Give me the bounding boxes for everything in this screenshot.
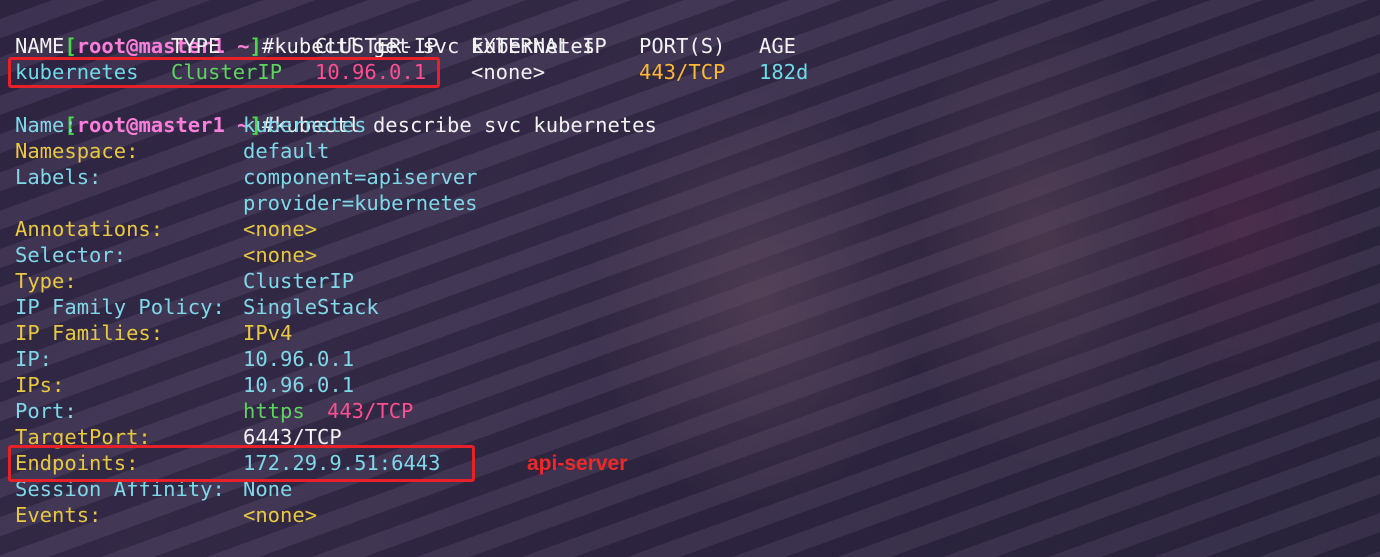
field-type: Type: ClusterIP (15, 268, 1015, 294)
annotation-api-server: api-server (527, 452, 628, 475)
field-ips: IPs: 10.96.0.1 (15, 372, 1015, 398)
field-value: provider=kubernetes (243, 191, 478, 215)
field-key: Port: (15, 399, 77, 423)
field-value: ClusterIP (243, 269, 355, 293)
field-key: Events: (15, 503, 102, 527)
terminal-line-describe-command: [root@master1 ~]#kubectl describe svc ku… (15, 86, 656, 137)
field-ip-family-policy: IP Family Policy: SingleStack (15, 294, 1015, 320)
field-ip-families: IP Families: IPv4 (15, 320, 1015, 346)
field-value-port: 443/TCP (327, 399, 414, 423)
header-external-ip: EXTERNAL-IP (471, 34, 607, 58)
field-key: Labels: (15, 165, 102, 189)
header-name: NAME (15, 34, 65, 58)
field-namespace: Namespace: default (15, 138, 1015, 164)
field-key: Selector: (15, 243, 127, 267)
row-ports: 443/TCP (639, 60, 726, 84)
field-key: IP Family Policy: (15, 295, 225, 319)
header-type: TYPE (171, 34, 221, 58)
field-name: Name: kubernetes (15, 112, 1015, 138)
field-value: default (243, 139, 330, 163)
field-value: kubernetes (243, 113, 367, 137)
field-value: 10.96.0.1 (243, 373, 355, 397)
field-labels: Labels: component=apiserver (15, 164, 1015, 190)
field-value: component=apiserver (243, 165, 478, 189)
header-age: AGE (759, 34, 797, 58)
field-value-name: https (243, 399, 305, 423)
field-selector: Selector: <none> (15, 242, 1015, 268)
field-key: IPs: (15, 373, 65, 397)
field-port: Port: https 443/TCP (15, 398, 1015, 424)
field-key: Type: (15, 269, 77, 293)
row-age: 182d (759, 60, 809, 84)
field-key: IP: (15, 347, 53, 371)
field-ip: IP: 10.96.0.1 (15, 346, 1015, 372)
terminal-line-get-command: [root@master1 ~]#kubectl get svc kuberne… (15, 7, 595, 58)
highlight-box-service-row (8, 57, 440, 88)
highlight-box-endpoints (8, 445, 475, 482)
field-key: IP Families: (15, 321, 164, 345)
field-key: Namespace: (15, 139, 139, 163)
header-cluster-ip: CLUSTER-IP (315, 34, 439, 58)
terminal-line-final-prompt[interactable]: [root@master1 ~]# (15, 528, 285, 554)
row-external-ip: <none> (471, 60, 546, 84)
field-value: 10.96.0.1 (243, 347, 355, 371)
field-events: Events: <none> (15, 502, 1015, 528)
field-annotations: Annotations: <none> (15, 216, 1015, 242)
table-header-row: NAME TYPE CLUSTER-IP EXTERNAL-IP PORT(S)… (15, 33, 1375, 59)
terminal-window[interactable]: [root@master1 ~]#kubectl get svc kuberne… (0, 0, 1380, 557)
field-value: <none> (243, 243, 318, 267)
field-value: <none> (243, 217, 318, 241)
field-value: <none> (243, 503, 318, 527)
field-value: SingleStack (243, 295, 379, 319)
header-ports: PORT(S) (639, 34, 726, 58)
field-value: IPv4 (243, 321, 293, 345)
field-labels-continued: provider=kubernetes (15, 190, 1015, 216)
field-key: Annotations: (15, 217, 164, 241)
field-key: Name: (15, 113, 77, 137)
